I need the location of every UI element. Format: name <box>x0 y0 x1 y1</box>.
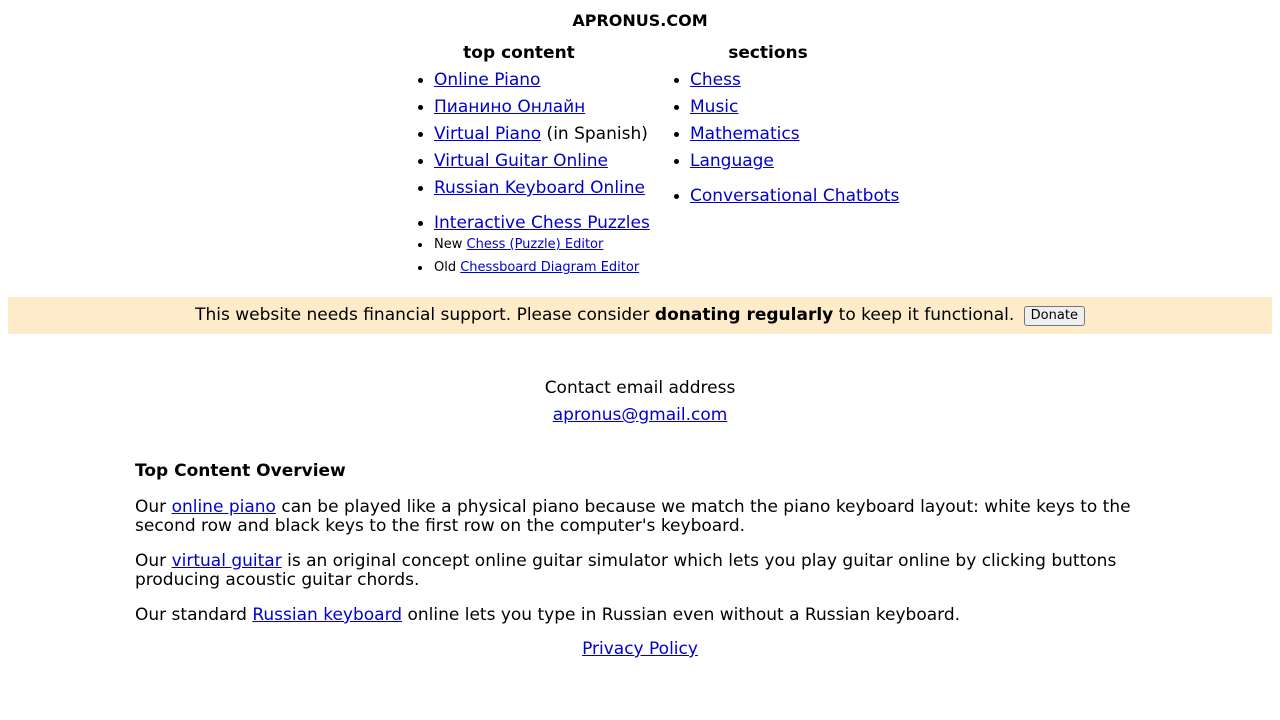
overview-russian-keyboard-link[interactable]: Russian keyboard <box>252 605 402 625</box>
new-prefix: New <box>434 237 467 252</box>
chessboard-diagram-editor-link[interactable]: Chessboard Diagram Editor <box>460 260 639 275</box>
contact-label: Contact email address <box>544 378 736 398</box>
online-piano-link[interactable]: Online Piano <box>434 70 540 90</box>
list-item: Online Piano <box>416 70 650 90</box>
privacy-footer: Privacy Policy <box>0 639 1280 659</box>
overview-online-piano-link[interactable]: online piano <box>172 497 276 517</box>
contact-email-link[interactable]: apronus@gmail.com <box>553 405 728 425</box>
sections-heading: sections <box>728 43 808 63</box>
virtual-guitar-link[interactable]: Virtual Guitar Online <box>434 151 608 171</box>
old-prefix: Old <box>434 260 461 275</box>
section-mathematics-link[interactable]: Mathematics <box>690 124 800 144</box>
section-music-link[interactable]: Music <box>690 97 738 117</box>
top-content-heading: top content <box>463 43 575 63</box>
list-item: Interactive Chess Puzzles <box>416 213 650 233</box>
list-item: Old Chessboard Diagram Editor <box>416 260 650 276</box>
top-content-list: Online Piano Пианино Онлайн Virtual Pian… <box>416 70 650 276</box>
list-item: Russian Keyboard Online <box>416 178 650 198</box>
list-item: Language <box>672 151 899 171</box>
list-item: Virtual Piano (in Spanish) <box>416 124 650 144</box>
contact-block: Contact email address apronus@gmail.com <box>0 375 1280 429</box>
overview-virtual-guitar-link[interactable]: virtual guitar <box>172 551 282 571</box>
donate-banner: This website needs financial support. Pl… <box>8 297 1272 334</box>
list-item: Music <box>672 97 899 117</box>
virtual-piano-suffix: (in Spanish) <box>541 124 648 144</box>
donate-text-bold: donating regularly <box>654 305 834 325</box>
list-item: Chess <box>672 70 899 90</box>
list-item: Conversational Chatbots <box>672 186 899 206</box>
donate-button[interactable]: Donate <box>1023 306 1085 326</box>
donate-text-after: to keep it functional. <box>833 305 1015 325</box>
overview-paragraph-keyboard: Our standard Russian keyboard online let… <box>135 605 961 625</box>
overview-paragraph-piano: Our online piano can be played like a ph… <box>135 497 1131 536</box>
list-item: Mathematics <box>672 124 899 144</box>
chess-puzzle-editor-link[interactable]: Chess (Puzzle) Editor <box>467 237 604 252</box>
virtual-piano-link[interactable]: Virtual Piano <box>434 124 541 144</box>
overview-heading: Top Content Overview <box>135 461 346 481</box>
overview-section: Top Content Overview Our online piano ca… <box>135 460 1145 641</box>
sections-list: Chess Music Mathematics Language Convers… <box>672 70 899 206</box>
page: APRONUS.COM top content sections Online … <box>0 0 1280 720</box>
list-item: New Chess (Puzzle) Editor <box>416 237 650 253</box>
privacy-policy-link[interactable]: Privacy Policy <box>582 639 698 659</box>
overview-paragraph-guitar: Our virtual guitar is an original concep… <box>135 551 1117 590</box>
section-chess-link[interactable]: Chess <box>690 70 741 90</box>
section-chatbots-link[interactable]: Conversational Chatbots <box>690 186 899 206</box>
chess-puzzles-link[interactable]: Interactive Chess Puzzles <box>434 213 650 233</box>
list-item: Virtual Guitar Online <box>416 151 650 171</box>
donate-text-before: This website needs financial support. Pl… <box>195 305 655 325</box>
pianino-online-link[interactable]: Пианино Онлайн <box>434 97 585 117</box>
russian-keyboard-link[interactable]: Russian Keyboard Online <box>434 178 645 198</box>
list-item: Пианино Онлайн <box>416 97 650 117</box>
section-language-link[interactable]: Language <box>690 151 774 171</box>
site-title: APRONUS.COM <box>572 11 708 30</box>
